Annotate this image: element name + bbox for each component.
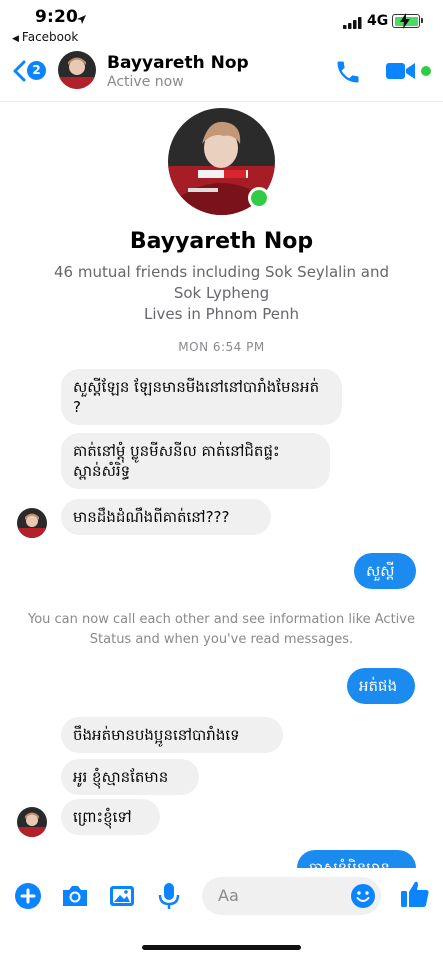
network-type: 4G (367, 13, 389, 29)
back-chevron-icon[interactable] (12, 60, 26, 86)
message-bubble-outgoing[interactable]: សួស្ដី (354, 553, 416, 589)
back-triangle-icon: ◀ (12, 34, 19, 44)
message-bubble-incoming[interactable]: មានដឹងដំណឹងពីគាត់នៅ??? (61, 499, 271, 535)
sender-avatar[interactable] (17, 508, 47, 538)
location-arrow-icon (76, 10, 87, 29)
location-text: Lives in Phnom Penh (143, 305, 300, 323)
message-timestamp: MON 6:54 PM (178, 340, 265, 354)
plus-icon[interactable] (14, 882, 42, 914)
mutual-friends-text: 46 mutual friends including Sok Seylalin… (54, 263, 389, 302)
charging-bolt-icon (399, 13, 411, 33)
video-camera-icon[interactable] (386, 60, 416, 86)
active-status-dot (421, 66, 431, 76)
thumbs-up-icon[interactable] (399, 878, 431, 914)
back-app-label: Facebook (21, 30, 79, 44)
signal-icon (343, 14, 363, 33)
header-avatar[interactable] (58, 51, 96, 89)
message-input[interactable]: Aa (202, 877, 381, 915)
message-bubble-incoming[interactable]: អូរ ខ្ញុំស្មានតែមាន (61, 759, 199, 795)
chat-header: 2 Bayyareth Nop Active now (0, 46, 443, 102)
status-bar: 9:20 ◀ Facebook 4G (0, 0, 443, 46)
message-bubble-incoming[interactable]: ចឹងអត់មានបងប្អូននៅបារាំងទេ (61, 717, 283, 753)
message-bubble-incoming[interactable]: គាត់នៅម្ដុំ ប្លូនមីសនីល គាត់នៅជិតផ្ទះស្ព… (61, 433, 330, 489)
gallery-icon[interactable] (108, 882, 136, 914)
profile-name: Bayyareth Nop (129, 229, 314, 254)
microphone-icon[interactable] (157, 881, 181, 915)
message-bubble-outgoing[interactable]: អត់ផង (347, 668, 415, 704)
phone-icon[interactable] (334, 58, 362, 90)
contact-name[interactable]: Bayyareth Nop (107, 53, 249, 73)
message-input-placeholder: Aa (218, 886, 239, 905)
status-time: 9:20 (35, 7, 79, 27)
emoji-icon[interactable] (350, 883, 376, 913)
profile-online-badge (248, 187, 270, 209)
sender-avatar[interactable] (17, 807, 47, 837)
message-bubble-incoming[interactable]: ព្រោះខ្ញុំទៅ (61, 799, 160, 835)
contact-status: Active now (107, 74, 184, 90)
home-indicator[interactable] (142, 945, 301, 950)
unread-count-badge[interactable]: 2 (27, 61, 46, 80)
back-to-app-link[interactable]: ◀ Facebook (12, 30, 78, 44)
chat-info-notice: You can now call each other and see info… (28, 612, 415, 647)
camera-icon[interactable] (60, 882, 90, 914)
message-bubble-incoming[interactable]: សួស្ដីឡែន ឡែនមានមីងនៅនៅបារាំងមែនអត់ ? (61, 369, 342, 425)
